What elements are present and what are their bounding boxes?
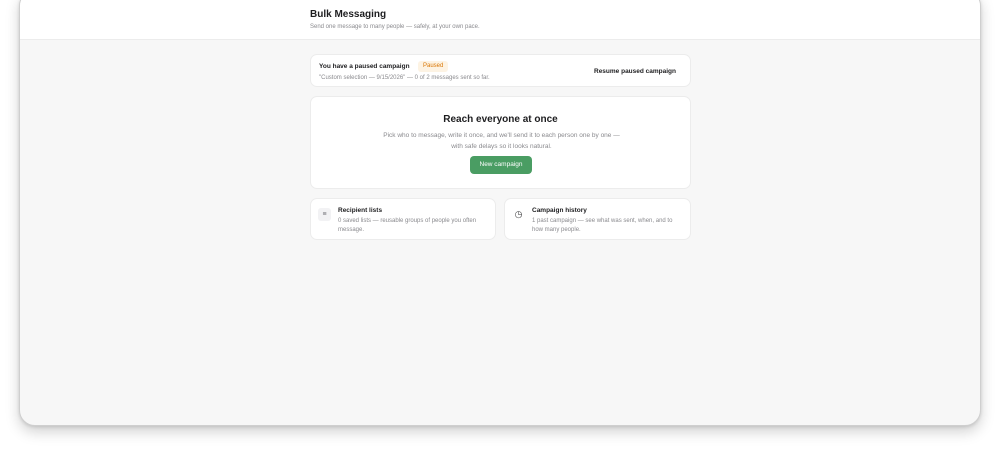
paused-campaign-title: You have a paused campaign — [319, 63, 410, 70]
new-campaign-hero: Reach everyone at once Pick who to messa… — [310, 96, 691, 189]
page-title: Bulk Messaging — [310, 9, 387, 20]
resume-campaign-button[interactable]: Resume paused campaign — [586, 62, 684, 81]
recipient-lists-card[interactable]: ≡ Recipient lists 0 saved lists — reusab… — [310, 198, 496, 240]
status-badge: Paused — [418, 61, 449, 72]
paused-campaign-banner: You have a paused campaign Paused "Custo… — [310, 54, 691, 87]
app-window: Bulk Messaging Send one message to many … — [19, 0, 981, 426]
new-campaign-button[interactable]: New campaign — [470, 156, 532, 174]
hero-description: Pick who to message, write it once, and … — [383, 132, 620, 150]
clock-icon: ◷ — [514, 209, 523, 219]
campaign-history-card[interactable]: ◷ Campaign history 1 past campaign — see… — [504, 198, 691, 240]
list-icon: ≡ — [318, 208, 331, 221]
campaign-history-description: 1 past campaign — see what was sent, whe… — [532, 218, 673, 233]
recipient-lists-title: Recipient lists — [338, 207, 383, 214]
recipient-lists-description: 0 saved lists — reusable groups of peopl… — [338, 218, 477, 233]
page-subtitle: Send one message to many people — safely… — [310, 24, 480, 30]
campaign-history-title: Campaign history — [532, 207, 587, 214]
page-header: Bulk Messaging Send one message to many … — [20, 0, 980, 40]
hero-title: Reach everyone at once — [443, 114, 558, 125]
paused-campaign-description: "Custom selection — 9/15/2026" — 0 of 2 … — [319, 75, 490, 81]
